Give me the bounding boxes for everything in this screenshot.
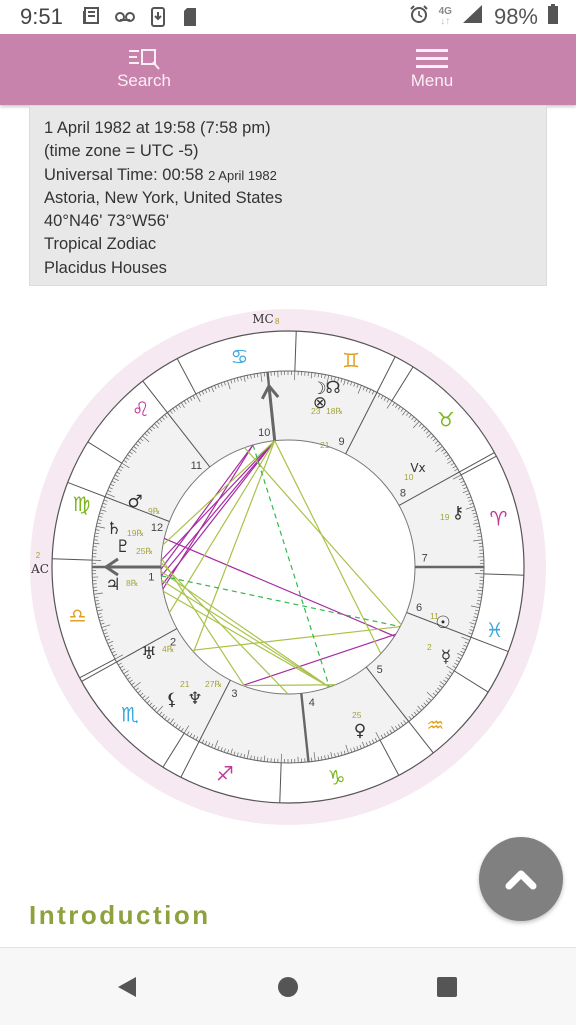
house-number: 11	[191, 460, 202, 472]
recents-button[interactable]	[432, 972, 462, 1002]
house-number: 8	[400, 487, 406, 499]
house-number: 7	[422, 552, 428, 564]
planet-venus: ♀	[354, 721, 366, 741]
planet-degree: 21	[180, 679, 190, 689]
time-zone: (time zone = UTC -5)	[44, 140, 546, 163]
search-label: Search	[84, 71, 204, 91]
menu-button[interactable]: Menu	[372, 46, 492, 91]
sign-glyph-virgo: ♍	[72, 492, 90, 516]
universal-time: Universal Time: 00:58 2 April 1982	[44, 164, 546, 187]
sign-glyph-pisces: ♓	[486, 618, 504, 642]
news-icon	[82, 7, 100, 27]
planet-saturn: ♄	[106, 519, 121, 539]
house-number: 6	[416, 602, 422, 614]
planet-degree: 25	[352, 710, 362, 720]
ascendant-label: AC	[30, 562, 49, 576]
status-bar: 9:51 4G ↓↑ 98%	[0, 0, 576, 34]
planet-degree: 19	[440, 512, 450, 522]
download-icon	[149, 7, 167, 27]
ascendant-degree: 2	[36, 551, 41, 560]
chevron-up-icon	[479, 837, 563, 921]
birth-data-box: 1 April 1982 at 19:58 (7:58 pm) (time zo…	[29, 105, 547, 286]
planet-degree: 18℞	[326, 406, 343, 416]
sign-glyph-libra: ♎	[69, 604, 87, 628]
planet-lilith: ⚸	[166, 690, 178, 710]
planet-mars: ♂	[127, 492, 142, 512]
menu-icon	[415, 46, 449, 72]
house-number: 5	[377, 664, 383, 676]
planet-degree: 21	[320, 440, 330, 450]
sign-glyph-gemini: ♊	[342, 348, 360, 372]
coordinates: 40°N46' 73°W56'	[44, 210, 546, 233]
midheaven-degree: 8	[275, 317, 280, 326]
battery-percent: 98%	[494, 4, 538, 30]
back-icon	[112, 972, 142, 1002]
sign-glyph-leo: ♌	[132, 397, 150, 421]
house-number: 10	[258, 427, 270, 439]
sign-glyph-sagittarius: ♐	[216, 762, 234, 786]
battery-icon	[548, 4, 558, 30]
planet-pluto: ♇	[115, 537, 130, 557]
house-number: 12	[151, 522, 163, 534]
planet-chiron: ⚷	[452, 503, 464, 523]
planet-uranus: ♅	[141, 644, 156, 664]
system-nav-bar	[0, 947, 576, 1025]
voicemail-icon	[114, 7, 136, 27]
sign-glyph-capricorn: ♑	[328, 765, 346, 789]
status-right: 4G ↓↑ 98%	[409, 4, 558, 30]
house-number: 3	[231, 688, 237, 700]
house-number: 9	[338, 436, 344, 448]
section-heading-introduction: Introduction	[29, 900, 211, 931]
zodiac-type: Tropical Zodiac	[44, 233, 546, 256]
menu-label: Menu	[372, 71, 492, 91]
search-icon	[122, 46, 166, 72]
planet-degree: 11	[430, 611, 439, 621]
scroll-to-top-button[interactable]	[479, 837, 563, 921]
recents-icon	[432, 972, 462, 1002]
planet-degree: 23	[311, 406, 321, 416]
sd-card-icon	[181, 7, 199, 27]
back-button[interactable]	[112, 972, 142, 1002]
planet-jupiter: ♃	[105, 575, 120, 595]
sign-glyph-cancer: ♋	[230, 345, 248, 369]
house-number: 4	[309, 697, 315, 709]
aspect-circle	[161, 440, 415, 694]
planet-degree: 25℞	[136, 546, 153, 556]
home-button[interactable]	[273, 972, 303, 1002]
planet-degree: 27℞	[205, 679, 222, 689]
house-number: 1	[148, 572, 154, 584]
universal-time-value: Universal Time: 00:58	[44, 166, 204, 184]
birth-datetime: 1 April 1982 at 19:58 (7:58 pm)	[44, 117, 546, 140]
aspect-line	[242, 685, 335, 686]
universal-date: 2 April 1982	[208, 168, 277, 183]
planet-degree: 9℞	[148, 506, 161, 516]
search-button[interactable]: Search	[84, 46, 204, 91]
signal-icon	[462, 4, 484, 30]
planet-degree: 8℞	[126, 578, 139, 588]
sign-glyph-scorpio: ♏	[121, 702, 139, 726]
home-icon	[273, 972, 303, 1002]
4g-lte-icon: 4G ↓↑	[439, 7, 452, 27]
sign-glyph-aquarius: ♒	[426, 713, 444, 737]
house-system: Placidus Houses	[44, 257, 546, 280]
natal-chart-wheel: ♌♋♊♉♈♓♒♑♐♏♎♍123456789101112AC2MC8♂9℞♄19℞…	[0, 296, 576, 840]
planet-degree: 4℞	[162, 644, 175, 654]
planet-neptune: ♆	[187, 689, 202, 709]
birth-place: Astoria, New York, United States	[44, 187, 546, 210]
midheaven-label: MC	[252, 312, 273, 326]
planet-degree: 10	[404, 472, 414, 482]
site-header: Search Menu	[0, 34, 576, 105]
planet-degree: 2	[427, 642, 432, 652]
alarm-icon	[409, 4, 429, 30]
status-time: 9:51	[20, 4, 63, 30]
planet-mercury: ☿	[441, 647, 451, 667]
planet-north-node: ☊	[325, 378, 340, 398]
sign-glyph-taurus: ♉	[437, 408, 455, 432]
sign-glyph-aries: ♈	[489, 506, 507, 530]
natal-chart[interactable]: ♌♋♊♉♈♓♒♑♐♏♎♍123456789101112AC2MC8♂9℞♄19℞…	[0, 296, 576, 840]
